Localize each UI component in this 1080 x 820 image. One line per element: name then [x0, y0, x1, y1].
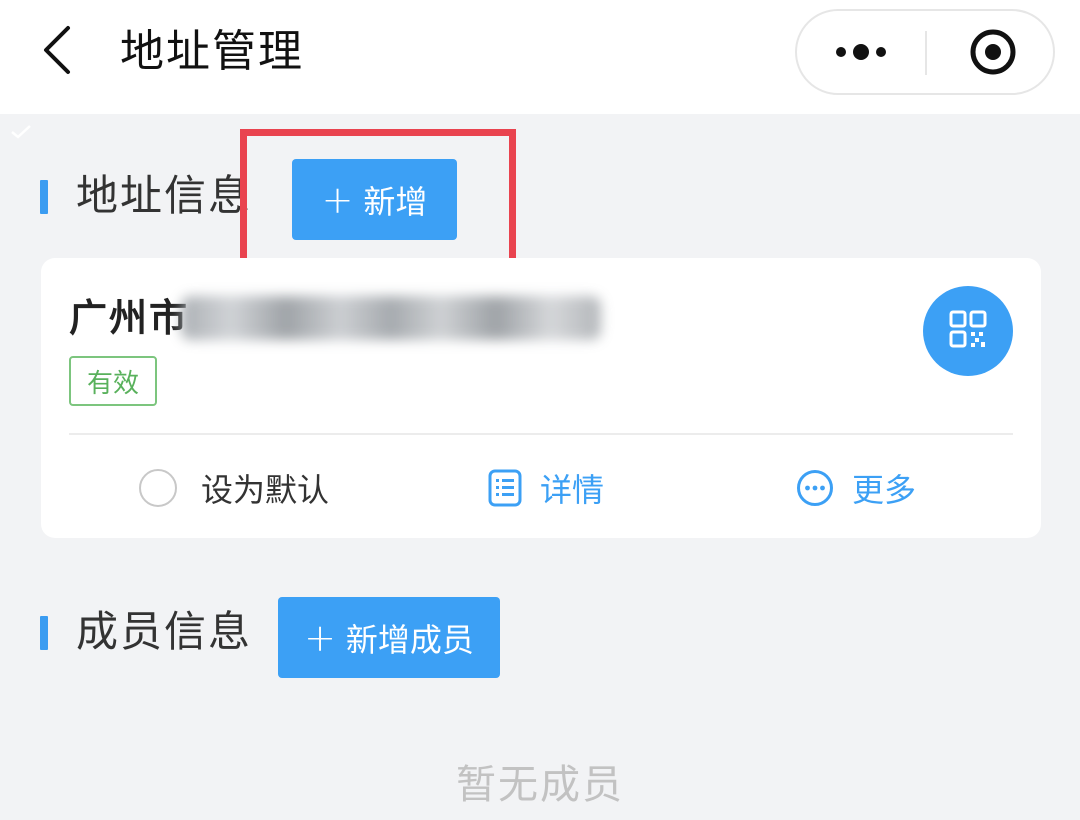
qr-code-icon	[949, 310, 987, 348]
check-mark-icon	[11, 125, 31, 139]
top-nav-bar: 地址管理	[0, 0, 1080, 114]
add-member-button[interactable]: + 新增成员	[278, 597, 500, 678]
address-card: 广州市 有效 设为默认 详情 更多	[41, 258, 1041, 538]
set-default-action[interactable]: 设为默认	[139, 463, 329, 513]
more-circle-icon	[797, 470, 833, 506]
more-label: 更多	[852, 471, 917, 509]
details-action[interactable]: 详情	[488, 463, 604, 513]
chevron-left-icon	[44, 26, 70, 74]
details-label: 详情	[540, 471, 605, 509]
status-badge: 有效	[69, 356, 157, 406]
more-menu-button[interactable]	[797, 11, 925, 93]
back-button[interactable]	[30, 20, 90, 80]
more-dots-icon	[836, 44, 886, 60]
mini-program-capsule	[795, 9, 1055, 95]
highlight-annotation-box	[240, 129, 516, 269]
plus-icon: +	[304, 615, 336, 660]
section-accent-bar	[40, 180, 48, 214]
target-circle-icon	[970, 29, 1016, 75]
address-section-title: 地址信息	[76, 171, 253, 220]
blurred-address-detail	[181, 296, 601, 340]
radio-icon[interactable]	[139, 469, 177, 507]
member-section-title: 成员信息	[76, 607, 253, 656]
close-mini-program-button[interactable]	[927, 11, 1055, 93]
set-default-label: 设为默认	[201, 471, 330, 509]
empty-members-text: 暂无成员	[456, 762, 624, 808]
more-action[interactable]: 更多	[796, 463, 916, 513]
address-text: 广州市	[69, 296, 190, 340]
qr-code-button[interactable]	[923, 286, 1013, 376]
section-accent-bar	[40, 616, 48, 650]
page-title: 地址管理	[120, 26, 304, 77]
card-divider	[69, 433, 1013, 435]
list-doc-icon	[488, 469, 522, 507]
add-member-label: 新增成员	[345, 620, 474, 659]
